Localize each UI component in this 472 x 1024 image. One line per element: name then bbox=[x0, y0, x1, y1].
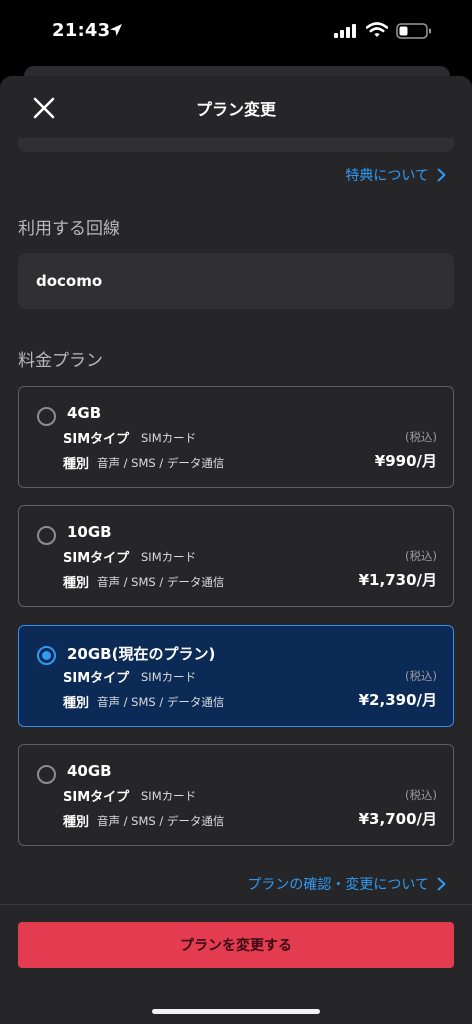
cellular-signal-icon bbox=[334, 24, 356, 38]
sheet-title: プラン変更 bbox=[195, 100, 276, 119]
benefits-link-label: 特典について bbox=[345, 168, 429, 184]
radio-button[interactable] bbox=[37, 526, 56, 545]
kind-value: 音声 / SMS / データ通信 bbox=[97, 695, 225, 709]
line-section-label: 利用する回線 bbox=[18, 219, 120, 239]
kind-value: 音声 / SMS / データ通信 bbox=[97, 456, 225, 470]
footer-divider bbox=[0, 904, 472, 905]
plan-info-link[interactable]: プランの確認・変更について bbox=[247, 874, 446, 894]
tax-included-label: (税込) bbox=[405, 549, 437, 563]
kind-label: 種別 bbox=[63, 457, 90, 472]
location-arrow-icon bbox=[110, 24, 122, 36]
plan-option-4gb[interactable]: 4GB SIMタイプ SIMカード 種別 音声 / SMS / データ通信 (税… bbox=[18, 386, 454, 488]
kind-label: 種別 bbox=[63, 815, 90, 830]
battery-icon bbox=[396, 23, 431, 39]
plan-name: 10GB bbox=[67, 523, 112, 541]
sim-type-value: SIMカード bbox=[141, 789, 197, 803]
kind-label: 種別 bbox=[63, 696, 90, 711]
tax-included-label: (税込) bbox=[405, 669, 437, 683]
kind-value: 音声 / SMS / データ通信 bbox=[97, 814, 225, 828]
plan-price: ¥990/月 bbox=[374, 452, 437, 470]
plan-name: 40GB bbox=[67, 762, 112, 780]
tax-included-label: (税込) bbox=[405, 430, 437, 444]
status-bar: 21:43 bbox=[0, 0, 472, 62]
sim-type-value: SIMカード bbox=[141, 550, 197, 564]
plan-option-40gb[interactable]: 40GB SIMタイプ SIMカード 種別 音声 / SMS / データ通信 (… bbox=[18, 744, 454, 846]
line-field: docomo bbox=[18, 253, 454, 309]
plan-info-link-label: プランの確認・変更について bbox=[247, 877, 429, 893]
benefits-link[interactable]: 特典について bbox=[345, 165, 446, 185]
radio-button-checked[interactable] bbox=[37, 646, 56, 665]
chevron-right-icon bbox=[437, 168, 446, 182]
scrolled-content-edge bbox=[18, 138, 454, 152]
plan-name: 4GB bbox=[67, 404, 102, 422]
change-plan-button-label: プランを変更する bbox=[180, 938, 292, 954]
plan-price: ¥1,730/月 bbox=[358, 571, 437, 589]
tax-included-label: (税込) bbox=[405, 788, 437, 802]
sim-type-label: SIMタイプ bbox=[63, 551, 130, 566]
radio-button[interactable] bbox=[37, 407, 56, 426]
change-plan-button[interactable]: プランを変更する bbox=[18, 922, 454, 968]
plan-option-10gb[interactable]: 10GB SIMタイプ SIMカード 種別 音声 / SMS / データ通信 (… bbox=[18, 505, 454, 607]
plan-option-20gb[interactable]: 20GB(現在のプラン) SIMタイプ SIMカード 種別 音声 / SMS /… bbox=[18, 625, 454, 727]
kind-value: 音声 / SMS / データ通信 bbox=[97, 575, 225, 589]
plan-price: ¥3,700/月 bbox=[358, 810, 437, 828]
radio-button[interactable] bbox=[37, 765, 56, 784]
wifi-icon bbox=[366, 22, 388, 37]
line-value: docomo bbox=[36, 272, 103, 290]
plan-name: 20GB(現在のプラン) bbox=[67, 645, 216, 663]
sim-type-value: SIMカード bbox=[141, 431, 197, 445]
sim-type-label: SIMタイプ bbox=[63, 432, 130, 447]
chevron-right-icon bbox=[437, 877, 446, 891]
plan-section-label: 料金プラン bbox=[18, 351, 103, 371]
sim-type-label: SIMタイプ bbox=[63, 790, 130, 805]
plan-change-sheet: プラン変更 特典について 利用する回線 docomo 料金プラン 4GB SIM… bbox=[0, 76, 472, 1024]
kind-label: 種別 bbox=[63, 576, 90, 591]
status-time: 21:43 bbox=[52, 20, 111, 41]
sim-type-label: SIMタイプ bbox=[63, 671, 130, 686]
plan-price: ¥2,390/月 bbox=[358, 691, 437, 709]
sim-type-value: SIMカード bbox=[141, 670, 197, 684]
home-indicator[interactable] bbox=[152, 1009, 320, 1014]
sheet-header: プラン変更 bbox=[0, 76, 472, 136]
